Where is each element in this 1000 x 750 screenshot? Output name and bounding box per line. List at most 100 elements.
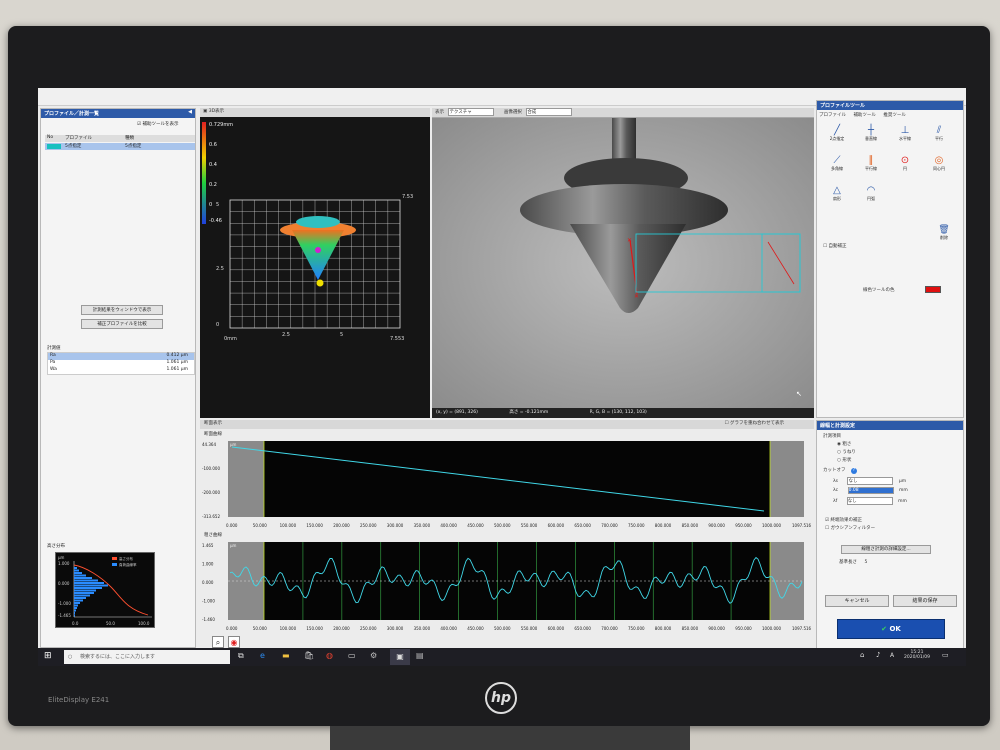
- section-curve-chart: 0.000 50.000 100.000 150.000 200.000 250.000 3…: [202, 441, 812, 528]
- aux-tool-checkbox[interactable]: ☑ 補助ツールを表示: [137, 121, 178, 127]
- save-results-button[interactable]: 結果の保存: [893, 595, 957, 607]
- end-effect-checkbox[interactable]: ☑ 終端効果の補正: [825, 517, 862, 523]
- collapse-icon[interactable]: ◀: [188, 109, 192, 115]
- histogram-bar: [74, 604, 78, 607]
- tool-circle[interactable]: ⊙ 円: [889, 155, 921, 172]
- overlay-checkbox[interactable]: ☐ グラフを重ね合わせて表示: [725, 420, 784, 426]
- grid-top-value: 7.53: [402, 194, 413, 200]
- edge-icon[interactable]: e: [260, 651, 265, 660]
- y-tick: 1.465: [202, 543, 214, 548]
- x-tick: 700.000: [601, 626, 618, 631]
- cutoff-row: λf なし mm: [833, 497, 907, 505]
- auto-correct-checkbox[interactable]: ☐ 自動補正: [823, 243, 846, 249]
- tab-profile[interactable]: 断面表示: [204, 421, 222, 426]
- store-icon[interactable]: 🛍: [304, 651, 314, 660]
- lambda-s-select[interactable]: なし: [847, 477, 894, 485]
- hist-y-tick: 0.000: [58, 581, 70, 586]
- perpendicular-icon: ⊥: [900, 125, 910, 136]
- x-tick: 350.000: [414, 626, 431, 631]
- active-app-icon[interactable]: ▣: [390, 649, 410, 665]
- record-icon[interactable]: ◉: [228, 636, 240, 648]
- tool-two-point[interactable]: ╱ 2点指定: [821, 125, 853, 142]
- radio-form[interactable]: ○ 形状: [837, 457, 851, 463]
- notification-icon[interactable]: ▭: [942, 651, 949, 659]
- table-row[interactable]: 5点指定 5点指定: [45, 143, 195, 150]
- x-tick: 150.000: [306, 523, 323, 528]
- show-result-window-button[interactable]: 計測結果をウィンドウで表示: [81, 305, 163, 315]
- camera-status-bar: (x, y) = (891, 326) 高さ = -0.121mm R, G, …: [432, 408, 814, 418]
- texture-select[interactable]: テクスチャ: [448, 108, 495, 116]
- histogram-bar: [74, 567, 77, 569]
- histogram-bar: [74, 614, 75, 617]
- tool-sector[interactable]: △ 扇形: [821, 185, 853, 202]
- x-tick: 600.000: [548, 523, 565, 528]
- scale-min-label: -0.46: [209, 218, 222, 224]
- radio-icon: ○: [837, 450, 841, 455]
- network-icon[interactable]: ⌂: [860, 651, 864, 659]
- x-tick: 900.000: [708, 626, 725, 631]
- app-icon[interactable]: ▤: [416, 651, 424, 660]
- x-tick: 2.5: [282, 332, 290, 338]
- radio-roughness[interactable]: ◉ 粗さ: [837, 441, 851, 447]
- task-view-icon[interactable]: ⧉: [238, 651, 244, 661]
- tool-vertical-line[interactable]: ┼ 垂直線: [855, 125, 887, 142]
- tab-recommended-tool[interactable]: 推奨ツール: [883, 113, 906, 118]
- tool-parallel-lines[interactable]: ∥ 平行線: [855, 155, 887, 172]
- tool-polyline[interactable]: ⟋ 多角線: [821, 155, 853, 172]
- ok-button[interactable]: ✔ OK: [837, 619, 945, 639]
- hist-x-tick: 100.0: [138, 621, 150, 626]
- hist-x-tick: 50.0: [106, 621, 115, 626]
- folder-icon[interactable]: ▬: [282, 651, 290, 660]
- checkbox-icon: ☑: [137, 122, 142, 127]
- cancel-button[interactable]: キャンセル: [825, 595, 889, 607]
- tab-aux-tool[interactable]: 補助ツール: [853, 113, 876, 118]
- legend-label: 負荷曲線率: [119, 562, 137, 567]
- checkbox-icon: ☐: [724, 421, 729, 426]
- view3d-svg: 0.729mm 0.6 0.4 0.2 0 -0.46 7.53 5 2.5 0…: [202, 122, 413, 342]
- table-row[interactable]: Wa 1.061 μm: [48, 367, 194, 374]
- app-icon[interactable]: ⚙: [370, 651, 377, 660]
- gaussian-filter-checkbox[interactable]: ☐ ガウシアンフィルター: [825, 525, 875, 531]
- camera-toolbar: 表示 テクスチャ 画像選択 合成: [432, 108, 814, 117]
- line-color-swatch[interactable]: [925, 286, 941, 293]
- x-tick: 7.553: [390, 336, 404, 342]
- profile-toolbar: 断面表示 ☐ グラフを重ね合わせて表示: [200, 420, 814, 429]
- taskbar-search-input[interactable]: ○ 検索するには、ここに入力します: [64, 650, 230, 664]
- tool-horizontal-line[interactable]: ⊥ 水平線: [889, 125, 921, 142]
- chrome-icon[interactable]: ◍: [326, 651, 333, 660]
- histogram-bar: [74, 597, 86, 599]
- x-tick: 450.000: [467, 626, 484, 631]
- lambda-f-select[interactable]: なし: [846, 497, 893, 505]
- height-distribution-chart: μm 1.000 0.000 -1.000 -1.465 0.0 50.0 10…: [55, 552, 155, 628]
- table-row[interactable]: Ra 0.412 μm: [48, 353, 194, 360]
- tool-grid: ╱ 2点指定 ┼ 垂直線 ⊥ 水平線 ⫽ 平行 ⟋ 多角線 ∥ 平行線 ⊙ 円 …: [821, 125, 961, 225]
- x-tick: 300.000: [387, 523, 404, 528]
- radio-waviness[interactable]: ○ うねり: [837, 449, 856, 455]
- ime-indicator[interactable]: A: [890, 652, 894, 659]
- lambda-c-select[interactable]: 0.08: [847, 487, 894, 494]
- tool-parallel[interactable]: ⫽ 平行: [923, 125, 955, 142]
- triangle-icon: △: [833, 185, 841, 196]
- line-icon: ╱: [833, 125, 841, 136]
- help-icon[interactable]: ?: [850, 468, 857, 474]
- tool-concentric[interactable]: ◎ 同心円: [923, 155, 955, 172]
- zoom-icon[interactable]: ⌕: [212, 636, 224, 648]
- tab-profile-tool[interactable]: プロファイル: [819, 113, 846, 118]
- table-row[interactable]: Pa 1.061 μm: [48, 360, 194, 367]
- roughness-curve-chart: 0.000 50.000 100.000 150.000 200.000 250.000 3…: [202, 542, 812, 631]
- tool-arc[interactable]: ◠ 円弧: [855, 185, 887, 202]
- detail-settings-button[interactable]: 線粗さ計測の詳細設定...: [841, 545, 931, 554]
- composite-select[interactable]: 合成: [526, 108, 573, 116]
- monitor-stand: [330, 726, 690, 750]
- delete-tool[interactable]: 🗑 削除: [929, 225, 959, 241]
- windows-start-icon[interactable]: ⊞: [44, 651, 52, 661]
- compare-profile-button[interactable]: 補正プロファイルを比較: [81, 319, 163, 329]
- x-tick: 750.000: [628, 626, 645, 631]
- x-tick: 350.000: [414, 523, 431, 528]
- y-tick: -1.460: [202, 617, 215, 622]
- color-scale-bar: [202, 122, 206, 224]
- histogram-bar: [74, 574, 86, 577]
- view-icon[interactable]: ▣: [203, 109, 207, 114]
- volume-icon[interactable]: ♪: [876, 651, 880, 659]
- camera-icon[interactable]: ▭: [348, 651, 356, 660]
